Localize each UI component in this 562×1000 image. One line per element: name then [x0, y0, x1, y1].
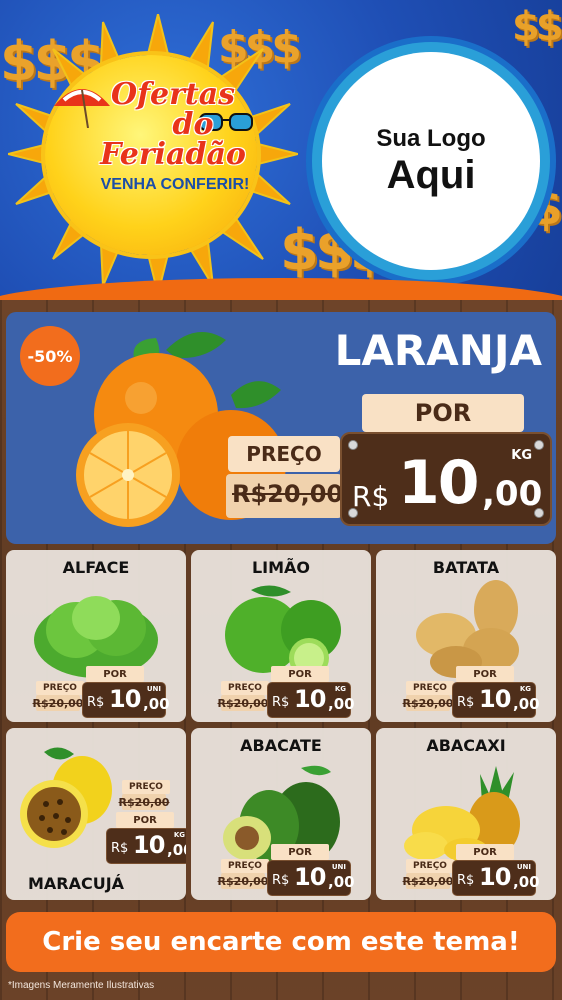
featured-preco-label: PREÇO	[228, 436, 340, 472]
price-unit: UNI	[146, 685, 161, 693]
product-name: BATATA	[432, 558, 500, 577]
price-currency: R$	[352, 480, 390, 513]
featured-por-label: POR	[362, 394, 524, 432]
featured-price-board: KG R$ 10 ,00	[340, 432, 552, 526]
logo-placeholder[interactable]: Sua Logo Aqui	[322, 52, 540, 270]
price-currency: R$	[111, 841, 129, 856]
product-por-label: POR	[86, 666, 144, 682]
price-cents: ,00	[167, 841, 186, 859]
product-name: ABACATE	[240, 736, 322, 755]
product-old-price: R$20,00	[402, 873, 454, 889]
offer-title-line: do	[172, 107, 214, 142]
product-price-board: KG R$ 10 ,00	[267, 682, 355, 718]
dollar-decoration: $$$	[512, 4, 562, 50]
product-old-price: R$20,00	[402, 695, 454, 711]
price-integer: 10	[479, 863, 511, 891]
product-old-price: R$20,00	[217, 695, 269, 711]
lettuce-icon	[34, 596, 158, 678]
product-card-abacate[interactable]: ABACATE POR PREÇO R$20,00 UNI R$ 10 ,00	[191, 728, 371, 900]
product-name: LIMÃO	[251, 558, 311, 577]
product-card-batata[interactable]: BATATA POR PREÇO R$20,00 KG R$ 10 ,00	[376, 550, 556, 722]
product-name: ALFACE	[62, 558, 130, 577]
product-por-label: POR	[456, 844, 514, 860]
price-unit: KG	[334, 685, 346, 693]
product-card-maracuja[interactable]: PREÇO R$20,00 POR KG R$ 10 ,00 MARACUJÁ	[6, 728, 186, 900]
price-integer: 10	[133, 831, 165, 859]
offer-title-line: Ofertas	[110, 77, 236, 112]
price-cents: ,00	[482, 474, 543, 514]
price-currency: R$	[272, 873, 290, 888]
product-card-alface[interactable]: ALFACE POR PREÇO R$20,00 UNI R$ 10 ,00	[6, 550, 186, 722]
logo-text: Aqui	[386, 153, 476, 197]
product-por-label: POR	[271, 844, 329, 860]
price-integer: 10	[294, 685, 326, 713]
screw-icon	[534, 440, 544, 450]
logo-text: Sua Logo	[376, 125, 486, 152]
product-card-limao[interactable]: LIMÃO POR PREÇO R$20,00 KG R$ 10 ,00	[191, 550, 371, 722]
product-card-abacaxi[interactable]: ABACAXI POR PREÇO R$20,00 UNI R$ 10 ,00	[376, 728, 556, 900]
price-cents: ,00	[328, 873, 355, 891]
price-integer: 10	[479, 685, 511, 713]
price-unit: KG	[519, 685, 531, 693]
product-old-price: R$20,00	[32, 695, 84, 711]
product-price-board: UNI R$ 10 ,00	[267, 860, 355, 896]
product-name: MARACUJÁ	[27, 874, 125, 893]
price-integer: 10	[294, 863, 326, 891]
discount-badge: -50%	[20, 326, 80, 386]
price-integer: 10	[109, 685, 141, 713]
product-price-board: KG R$ 10 ,00	[106, 828, 186, 864]
create-flyer-button[interactable]: Crie seu encarte com este tema!	[6, 912, 556, 972]
offer-title-line: Feriadão	[100, 137, 246, 172]
product-old-price: R$20,00	[217, 873, 269, 889]
product-preco-label: PREÇO	[221, 859, 269, 873]
header-banner: $$$ $$$ $$$ $$$ $$$	[0, 0, 562, 300]
price-unit: UNI	[331, 863, 346, 871]
price-currency: R$	[457, 695, 475, 710]
price-unit: UNI	[516, 863, 531, 871]
product-preco-label: PREÇO	[221, 681, 269, 695]
price-unit: KG	[511, 448, 532, 463]
price-unit: KG	[173, 831, 185, 839]
offer-title: Ofertas do Feriadão	[88, 80, 258, 170]
price-cents: ,00	[513, 695, 540, 713]
product-por-label: POR	[271, 666, 329, 682]
price-currency: R$	[457, 873, 475, 888]
product-price-board: UNI R$ 10 ,00	[452, 860, 540, 896]
price-cents: ,00	[328, 695, 355, 713]
passion-fruit-icon	[20, 747, 112, 848]
product-por-label: POR	[456, 666, 514, 682]
product-preco-label: PREÇO	[122, 780, 170, 794]
screw-icon	[348, 440, 358, 450]
price-currency: R$	[87, 695, 105, 710]
product-preco-label: PREÇO	[406, 681, 454, 695]
product-preco-label: PREÇO	[36, 681, 84, 695]
image-disclaimer: *Imagens Meramente Ilustrativas	[8, 980, 155, 991]
price-cents: ,00	[513, 873, 540, 891]
product-por-label: POR	[116, 812, 174, 828]
product-price-board: KG R$ 10 ,00	[452, 682, 540, 718]
product-price-board: UNI R$ 10 ,00	[82, 682, 170, 718]
old-price-value: R$20,00	[232, 480, 344, 508]
product-name: ABACAXI	[426, 736, 506, 755]
price-cents: ,00	[143, 695, 170, 713]
product-preco-label: PREÇO	[406, 859, 454, 873]
featured-old-price: R$20,00	[226, 474, 344, 518]
featured-product-name: LARANJA	[334, 326, 542, 375]
offer-subtitle: VENHA CONFERIR!	[100, 176, 250, 193]
product-old-price: R$20,00	[118, 794, 170, 810]
potato-icon	[416, 580, 519, 678]
lime-icon	[225, 585, 341, 678]
price-currency: R$	[272, 695, 290, 710]
price-integer: 10	[398, 448, 479, 518]
